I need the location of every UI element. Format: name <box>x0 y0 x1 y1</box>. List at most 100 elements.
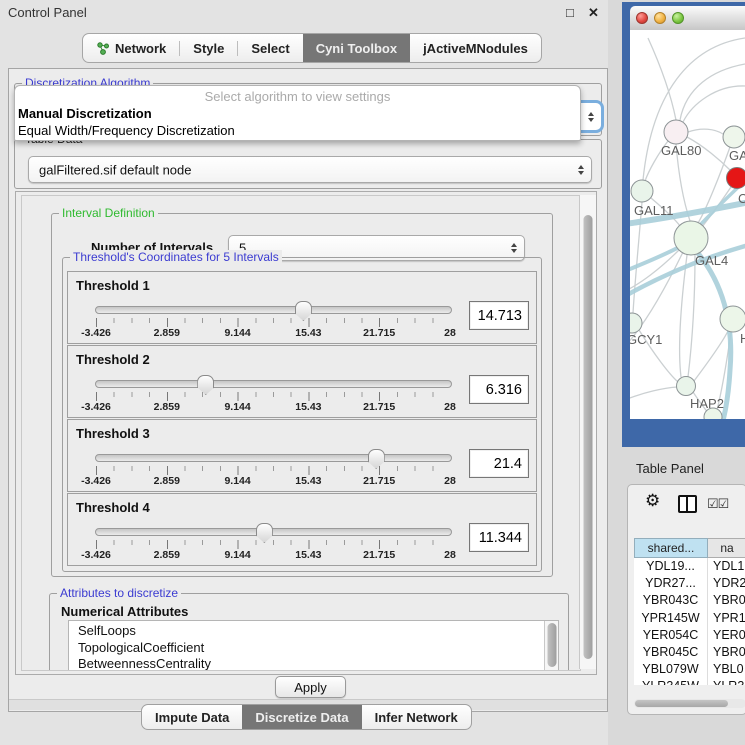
control-panel-titlebar: Control Panel □ ✕ <box>0 0 610 26</box>
table-data-combobox[interactable]: galFiltered.sif default node <box>28 156 592 183</box>
scrollbar-thumb[interactable] <box>584 215 593 659</box>
node-label: H <box>740 331 745 346</box>
cell[interactable]: YDL1 <box>708 558 745 575</box>
interval-definition-group-title: Interval Definition <box>59 206 158 221</box>
cell[interactable]: YDL19... <box>634 558 708 575</box>
apply-button[interactable]: Apply <box>275 676 346 698</box>
slider-tick-labels: -3.426 2.859 9.144 15.43 21.715 28 <box>96 475 450 487</box>
cell[interactable]: YBL0 <box>708 661 745 678</box>
cell[interactable]: YBR0 <box>708 644 745 661</box>
algorithm-placeholder-item[interactable]: Select algorithm to view settings <box>15 89 580 104</box>
cell[interactable]: YLR345W <box>634 678 708 685</box>
table-row[interactable]: YDL19...YDL1 <box>634 558 745 575</box>
slider-tick-labels: -3.426 2.859 9.144 15.43 21.715 28 <box>96 401 450 413</box>
cell[interactable]: YBL079W <box>634 661 708 678</box>
close-icon[interactable]: ✕ <box>588 5 599 21</box>
close-traffic-light[interactable] <box>636 12 648 24</box>
threshold-2-panel: Threshold 2 -3.426 2.859 9.144 15.43 <box>67 345 537 418</box>
tick-label: 21.715 <box>363 327 395 339</box>
network-window-frame: GAL80 GA C GAL11 GAL4 GCY1 H HAP2 <box>622 2 745 447</box>
tab-impute-data[interactable]: Impute Data <box>142 705 242 729</box>
node-label: GAL11 <box>634 203 674 218</box>
list-item[interactable]: SelfLoops <box>69 621 558 640</box>
cell[interactable]: YBR0 <box>708 592 745 609</box>
threshold-1-slider-track[interactable] <box>95 306 452 314</box>
threshold-1-panel: Threshold 1 -3.426 2.859 9.144 15.43 <box>67 271 537 344</box>
tick-label: -3.426 <box>81 327 111 339</box>
threshold-3-panel: Threshold 3 -3.426 2.859 9.144 15.43 <box>67 419 537 492</box>
cell[interactable]: YER0 <box>708 627 745 644</box>
node-gal4[interactable] <box>674 221 708 255</box>
table-row[interactable]: YBR045CYBR0 <box>634 644 745 661</box>
node-label: GAL4 <box>695 253 728 268</box>
minimize-traffic-light[interactable] <box>654 12 666 24</box>
table-horizontal-scrollbar[interactable] <box>634 699 745 708</box>
slider-tick-labels: -3.426 2.859 9.144 15.43 21.715 28 <box>96 327 450 339</box>
tab-impute-data-label: Impute Data <box>155 710 229 725</box>
tab-select-label: Select <box>251 41 289 56</box>
tab-jactivemnodules[interactable]: jActiveMNodules <box>410 34 541 62</box>
node-gal11[interactable] <box>631 180 653 202</box>
cell[interactable]: YPR1 <box>708 610 745 627</box>
tab-infer-network-label: Infer Network <box>375 710 458 725</box>
node-gal80[interactable] <box>664 120 688 144</box>
table-row[interactable]: YER054CYER0 <box>634 627 745 644</box>
gear-icon[interactable]: ⚙ <box>645 491 660 511</box>
thresholds-group-title: Threshold's Coordinates for 5 Intervals <box>70 250 282 265</box>
combo-arrows-icon <box>578 165 584 175</box>
cell[interactable]: YDR27... <box>634 575 708 592</box>
tick-label: 2.859 <box>154 401 180 413</box>
threshold-3-slider-track[interactable] <box>95 454 452 462</box>
table-row[interactable]: YPR145WYPR1 <box>634 610 745 627</box>
threshold-4-value-box[interactable]: 11.344 <box>469 523 529 552</box>
zoom-traffic-light[interactable] <box>672 12 684 24</box>
threshold-1-value-box[interactable]: 14.713 <box>469 301 529 330</box>
threshold-2-value-box[interactable]: 6.316 <box>469 375 529 404</box>
network-window-titlebar[interactable] <box>630 6 745 31</box>
table-row[interactable]: YLR345WYLR3 <box>634 678 745 685</box>
tab-style[interactable]: Style <box>180 34 237 62</box>
tab-infer-network[interactable]: Infer Network <box>362 705 471 729</box>
threshold-4-slider-track[interactable] <box>95 528 452 536</box>
tick-label: 15.43 <box>295 401 321 413</box>
node-attribute-table: shared... na YDL19...YDL1 YDR27...YDR2 Y… <box>634 538 745 685</box>
cell[interactable]: YDR2 <box>708 575 745 592</box>
node-hap2[interactable] <box>677 377 696 396</box>
node-gcy1[interactable] <box>630 313 642 333</box>
tab-network[interactable]: Network <box>83 34 179 62</box>
cyni-toolbox-panel: Discretization Algorithm Select algorith… <box>8 68 608 712</box>
cell[interactable]: YBR045C <box>634 644 708 661</box>
scrollbar-thumb[interactable] <box>635 700 728 707</box>
checkboxes-icon[interactable]: ☑☑ <box>707 496 728 512</box>
cell[interactable]: YBR043C <box>634 592 708 609</box>
tab-select[interactable]: Select <box>238 34 302 62</box>
threshold-2-slider-track[interactable] <box>95 380 452 388</box>
table-row[interactable]: YBL079WYBL0 <box>634 661 745 678</box>
scrollbar-thumb[interactable] <box>547 623 556 667</box>
list-item[interactable]: BetweennessCentrality <box>69 656 558 671</box>
column-header-shared-name[interactable]: shared... <box>634 538 708 558</box>
threshold-4-label: Threshold 4 <box>76 500 150 515</box>
settings-vertical-scrollbar[interactable] <box>579 195 596 669</box>
table-row[interactable]: YBR043CYBR0 <box>634 592 745 609</box>
threshold-2-label: Threshold 2 <box>76 352 150 367</box>
node-right-mid[interactable] <box>720 306 745 332</box>
cell[interactable]: YER054C <box>634 627 708 644</box>
list-item[interactable]: TopologicalCoefficient <box>69 640 558 657</box>
table-row[interactable]: YDR27...YDR2 <box>634 575 745 592</box>
algorithm-option-manual[interactable]: Manual Discretization <box>15 106 583 121</box>
node-red-selected[interactable] <box>727 168 745 189</box>
tab-discretize-data[interactable]: Discretize Data <box>242 705 361 729</box>
cell[interactable]: YLR3 <box>708 678 745 685</box>
tick-label: 21.715 <box>363 549 395 561</box>
tab-cyni-toolbox[interactable]: Cyni Toolbox <box>303 34 410 62</box>
threshold-3-value-box[interactable]: 21.4 <box>469 449 529 478</box>
network-canvas[interactable]: GAL80 GA C GAL11 GAL4 GCY1 H HAP2 <box>630 30 745 419</box>
columns-icon[interactable] <box>678 495 697 513</box>
list-vertical-scrollbar[interactable] <box>544 621 558 671</box>
float-window-icon[interactable]: □ <box>566 5 574 20</box>
column-header-name[interactable]: na <box>708 538 745 558</box>
cell[interactable]: YPR145W <box>634 610 708 627</box>
algorithm-option-equal-width[interactable]: Equal Width/Frequency Discretization <box>15 123 583 138</box>
node-top-right[interactable] <box>723 126 745 148</box>
